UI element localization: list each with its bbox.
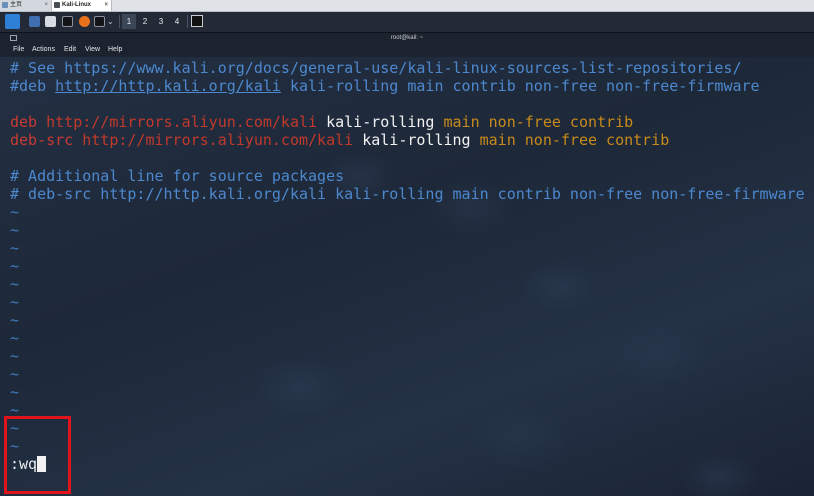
empty-line-marker: ~ (10, 257, 20, 275)
empty-line-marker: ~ (10, 221, 20, 239)
empty-line-marker: ~ (10, 329, 20, 347)
terminal-task-icon[interactable] (191, 15, 203, 27)
chevron-down-icon[interactable]: ⌄ (107, 18, 115, 26)
panel-separator (119, 15, 120, 28)
menu-edit[interactable]: Edit (64, 44, 76, 56)
vmware-tab-bar: 主页 × Kali-Linux × (0, 0, 814, 12)
menu-file[interactable]: File (13, 44, 24, 56)
window-title: root@kali: ~ (390, 35, 424, 41)
editor-components: main non-free contrib (479, 131, 670, 149)
empty-line-marker: ~ (10, 347, 20, 365)
empty-line-marker: ~ (10, 239, 20, 257)
editor-keyword: deb (10, 113, 47, 131)
editor-line-8: # deb-src http://http.kali.org/kali kali… (10, 185, 805, 203)
editor-url: http://mirrors.aliyun.com/kali (46, 113, 318, 131)
panel-separator (187, 15, 188, 28)
editor-text: #deb (10, 77, 56, 95)
workspace-3[interactable]: 3 (154, 14, 168, 29)
firefox-icon[interactable] (79, 16, 90, 27)
workspace-1[interactable]: 1 (122, 14, 136, 29)
editor-line-7: # Additional line for source packages (10, 167, 345, 185)
empty-line-marker: ~ (10, 365, 20, 383)
tab-kali-label: Kali-Linux (62, 2, 92, 8)
close-icon[interactable]: × (104, 0, 108, 11)
terminal-icon[interactable] (94, 16, 105, 27)
editor-text: kali-rolling main contrib non-free non-f… (280, 77, 760, 95)
kali-panel: ⌄ 1 2 3 4 (0, 12, 814, 33)
file-manager-icon[interactable] (45, 16, 56, 27)
empty-line-marker: ~ (10, 311, 20, 329)
empty-line-marker: ~ (10, 203, 20, 221)
terminal-titlebar: root@kali: ~ (0, 33, 814, 43)
terminal-body[interactable]: # See https://www.kali.org/docs/general-… (0, 57, 814, 496)
empty-line-marker: ~ (10, 383, 20, 401)
workspace-2[interactable]: 2 (138, 14, 152, 29)
home-icon (2, 2, 8, 8)
empty-line-marker: ~ (10, 293, 20, 311)
tab-kali-linux[interactable]: Kali-Linux × (52, 0, 112, 11)
menu-actions[interactable]: Actions (32, 44, 55, 56)
editor-url: http://http.kali.org/kali (55, 77, 281, 95)
close-icon[interactable]: × (44, 0, 48, 11)
editor-line-4: deb http://mirrors.aliyun.com/kali kali-… (10, 113, 633, 131)
editor-url: http://mirrors.aliyun.com/kali (82, 131, 354, 149)
editor-dist: kali-rolling (317, 113, 444, 131)
menu-view[interactable]: View (85, 44, 100, 56)
editor-dist: kali-rolling (353, 131, 480, 149)
editor-components: main non-free contrib (443, 113, 634, 131)
desktop-icon[interactable] (29, 16, 40, 27)
empty-line-marker: ~ (10, 275, 20, 293)
editor-line-5: deb-src http://mirrors.aliyun.com/kali k… (10, 131, 669, 149)
terminal-icon[interactable] (62, 16, 73, 27)
editor-line-1: # See https://www.kali.org/docs/general-… (10, 59, 742, 77)
tab-home[interactable]: 主页 × (0, 0, 52, 11)
editor-line-2: #deb http://http.kali.org/kali kali-roll… (10, 77, 760, 95)
highlight-box (4, 416, 71, 494)
kali-menu-icon[interactable] (5, 14, 20, 29)
vm-icon (54, 2, 60, 8)
tab-home-label: 主页 (10, 2, 23, 8)
editor-keyword: deb-src (10, 131, 83, 149)
terminal-menubar: File Actions Edit View Help (0, 44, 814, 56)
menu-help[interactable]: Help (108, 44, 122, 56)
workspace-4[interactable]: 4 (170, 14, 184, 29)
